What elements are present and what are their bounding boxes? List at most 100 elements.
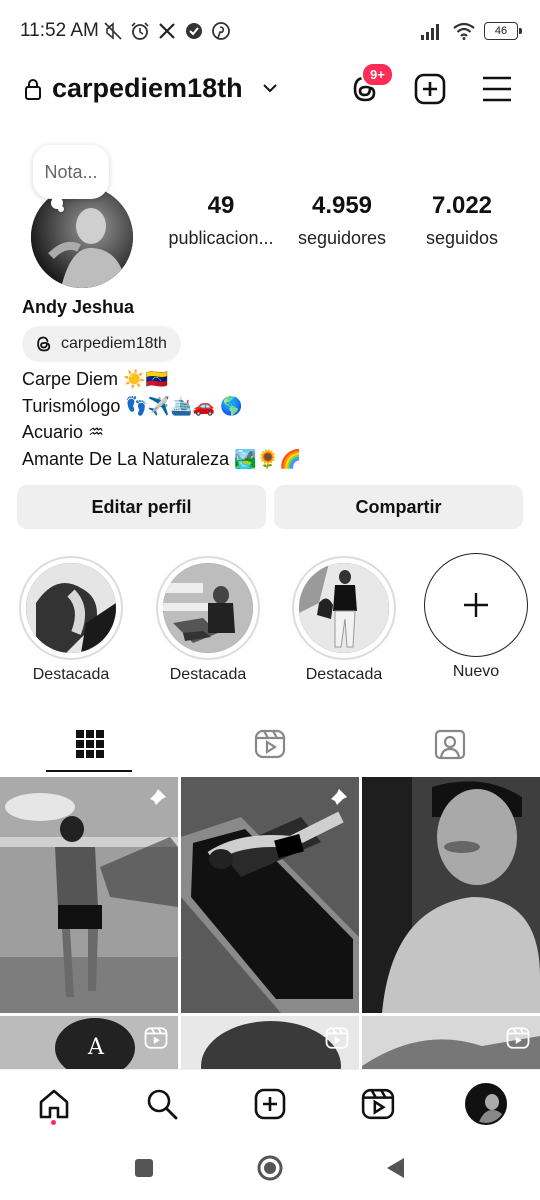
battery-icon: 46	[484, 22, 522, 40]
bio-line: Acuario ♒	[22, 422, 105, 442]
pinned-icon	[327, 789, 347, 809]
post-image	[181, 777, 359, 1013]
note-bubble-tail-small	[58, 206, 64, 212]
tab-reels[interactable]	[180, 716, 360, 772]
chevron-down-icon[interactable]	[262, 82, 278, 94]
edit-profile-button[interactable]: Editar perfil	[17, 485, 266, 529]
signal-icon	[421, 24, 439, 40]
profile-photo	[31, 186, 133, 288]
status-left-icons	[103, 21, 231, 41]
active-tab-indicator	[46, 770, 132, 772]
post-thumbnail[interactable]	[362, 777, 540, 1013]
check-icon	[186, 23, 202, 39]
bio-line: Turismólogo 👣✈️🛳️🚗 🌎	[22, 395, 243, 416]
battery-level: 46	[494, 25, 508, 37]
note-bubble[interactable]: Nota...	[33, 145, 109, 199]
stat-posts-label: publicacion...	[168, 228, 274, 248]
new-highlight-ring	[424, 553, 528, 657]
posts-grid: A	[0, 777, 540, 1069]
home-notification-dot	[51, 1120, 56, 1125]
pinned-icon	[146, 789, 166, 809]
reel-icon	[506, 1027, 530, 1049]
home-circle-icon[interactable]	[256, 1154, 284, 1182]
profile-avatar[interactable]	[31, 186, 133, 288]
highlight-ring	[292, 556, 396, 660]
stat-following-label: seguidos	[425, 228, 499, 248]
plus-square-icon	[254, 1088, 286, 1120]
profile-full-name: Andy Jeshua	[22, 297, 135, 317]
plus-icon	[464, 593, 488, 617]
reels-icon	[254, 729, 286, 759]
tab-tagged[interactable]	[360, 716, 540, 772]
nav-profile-avatar[interactable]	[465, 1083, 507, 1125]
share-profile-button[interactable]: Compartir	[274, 485, 523, 529]
notification-badge: 9+	[361, 62, 394, 87]
mute-icon	[104, 22, 122, 40]
pinterest-icon	[212, 22, 230, 40]
highlight-cover	[299, 563, 389, 653]
post-thumbnail[interactable]	[362, 1016, 540, 1069]
nav-reels[interactable]	[360, 1086, 396, 1122]
tab-posts-grid[interactable]	[0, 716, 180, 772]
threads-icon	[37, 336, 51, 352]
status-bar: 11:52 AM 46	[0, 0, 540, 62]
back-icon[interactable]	[384, 1156, 406, 1180]
profile-tabs	[0, 716, 540, 774]
threads-profile-link[interactable]: carpediem18th	[22, 326, 181, 362]
post-thumbnail[interactable]	[181, 1016, 359, 1069]
highlight-label: Destacada	[32, 666, 110, 683]
stat-posts-value: 49	[207, 192, 235, 219]
account-switcher-username[interactable]: carpediem18th	[52, 73, 243, 104]
highlight-item[interactable]: Destacada	[16, 556, 126, 684]
new-highlight-button[interactable]: Nuevo	[421, 553, 531, 681]
highlight-cover	[26, 563, 116, 653]
lock-icon	[25, 79, 41, 100]
bio-line: Carpe Diem ☀️🇻🇪	[22, 369, 168, 389]
post-thumbnail[interactable]: A	[0, 1016, 178, 1069]
highlight-cover	[163, 563, 253, 653]
highlight-item[interactable]: Destacada	[153, 556, 263, 684]
highlight-label: Destacada	[169, 666, 247, 683]
reel-icon	[144, 1027, 168, 1049]
nav-search[interactable]	[144, 1086, 180, 1122]
home-icon	[39, 1089, 69, 1119]
status-right-icons: 46	[420, 22, 522, 40]
alarm-icon	[131, 22, 149, 40]
stat-followers[interactable]: 4.959 seguidores	[290, 192, 394, 249]
stat-posts[interactable]: 49 publicacion...	[166, 192, 276, 249]
stat-followers-label: seguidores	[297, 228, 387, 248]
hamburger-menu-icon	[483, 76, 511, 102]
stat-following-value: 7.022	[431, 192, 493, 219]
svg-text:A: A	[87, 1035, 105, 1060]
post-image	[0, 777, 178, 1013]
threads-handle: carpediem18th	[61, 335, 167, 352]
system-navigation-bar	[0, 1137, 540, 1200]
post-thumbnail[interactable]	[0, 777, 178, 1013]
tagged-icon	[434, 729, 466, 760]
bio-line: Amante De La Naturaleza 🏞️🌻🌈	[22, 448, 302, 469]
new-highlight-label: Nuevo	[452, 663, 500, 680]
search-icon	[147, 1089, 178, 1120]
profile-header: carpediem18th 9+	[0, 62, 540, 114]
plus-square-icon	[414, 73, 446, 105]
nav-create[interactable]	[252, 1086, 288, 1122]
recent-apps-icon[interactable]	[133, 1157, 155, 1179]
post-thumbnail[interactable]	[181, 777, 359, 1013]
reels-icon	[361, 1088, 395, 1120]
reel-icon	[325, 1027, 349, 1049]
post-image	[362, 777, 540, 1013]
wifi-icon	[453, 22, 475, 40]
stat-following[interactable]: 7.022 seguidos	[412, 192, 512, 249]
profile-bio: Carpe Diem ☀️🇻🇪 Turismólogo 👣✈️🛳️🚗 🌎 Acu…	[22, 366, 301, 472]
create-button[interactable]	[413, 72, 447, 106]
highlight-ring	[156, 556, 260, 660]
stat-followers-value: 4.959	[311, 192, 373, 219]
status-time: 11:52 AM	[20, 20, 99, 41]
highlight-ring	[19, 556, 123, 660]
highlight-item[interactable]: Destacada	[289, 556, 399, 684]
nav-home[interactable]	[36, 1086, 72, 1122]
menu-button[interactable]	[480, 72, 514, 106]
bottom-navigation	[0, 1069, 540, 1137]
highlight-label: Destacada	[305, 666, 383, 683]
x-icon	[159, 23, 175, 39]
